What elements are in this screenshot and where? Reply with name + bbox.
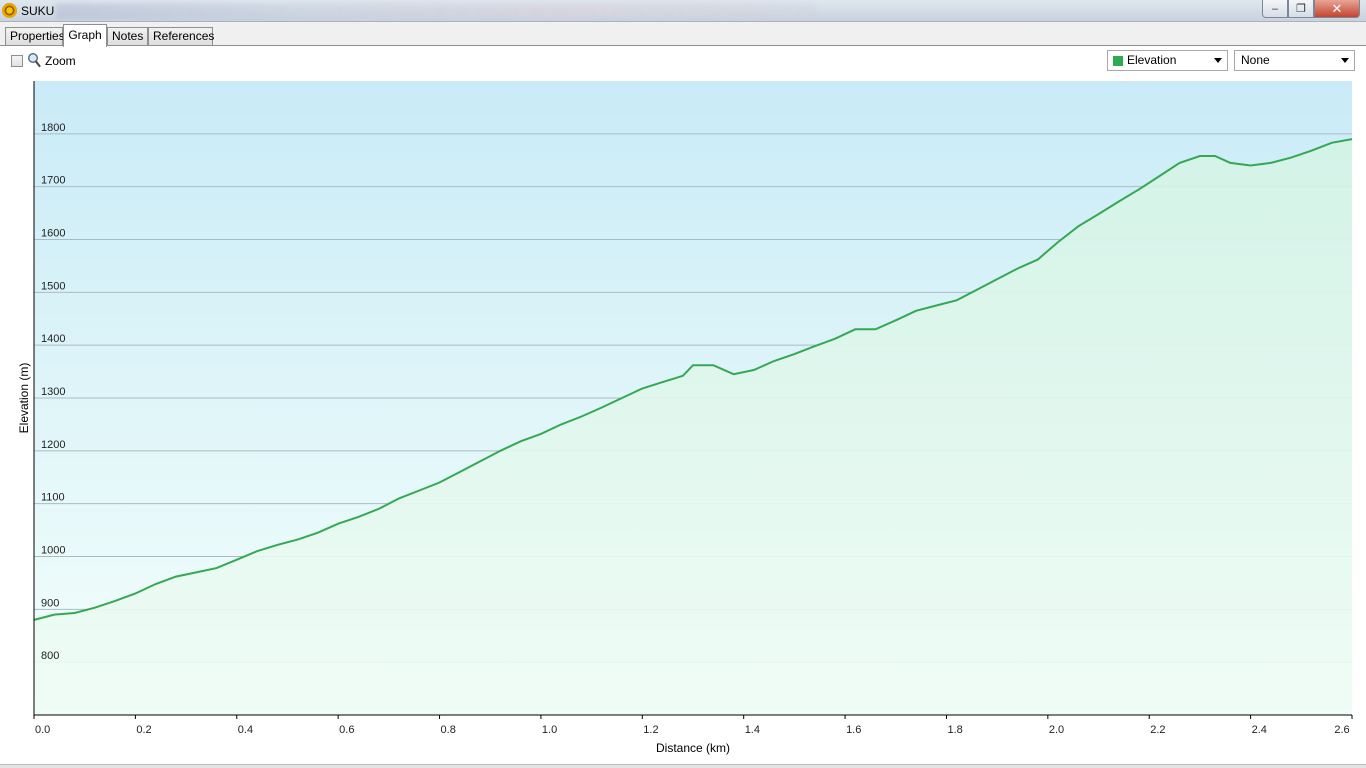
x-tick-label: 1.6 <box>846 724 861 736</box>
y-tick-label: 1600 <box>41 228 65 240</box>
secondary-select-value: None <box>1241 53 1270 67</box>
minimize-button[interactable]: ‒ <box>1262 0 1288 18</box>
y-tick-label: 1500 <box>41 280 65 292</box>
x-tick-labels: 0.0 0.2 0.4 0.6 0.8 1.0 1.2 1.4 1.6 1.8 2.0 2.2 2.4 2… <box>35 724 1350 736</box>
x-tick-label: 1.4 <box>745 724 760 736</box>
series-select[interactable]: Elevation <box>1107 50 1228 71</box>
chevron-down-icon <box>1214 58 1222 63</box>
x-tick-label: 0.4 <box>238 724 253 736</box>
y-tick-label: 800 <box>41 650 59 662</box>
x-axis-title: Distance (km) <box>656 741 730 755</box>
x-tick-marks <box>33 715 1353 719</box>
x-tick-label: 0.2 <box>136 724 151 736</box>
close-button[interactable]: ✕ <box>1314 0 1360 18</box>
elevation-chart[interactable]: 800 900 1000 1100 1200 1300 1400 1500 1600 1700 18… <box>0 78 1366 764</box>
x-tick-label: 1.2 <box>643 724 658 736</box>
y-tick-label: 1400 <box>41 333 65 345</box>
window-title: SUKU <box>21 4 55 18</box>
x-tick-label: 0.6 <box>339 724 354 736</box>
x-tick-label: 1.0 <box>542 724 557 736</box>
maximize-icon: ❐ <box>1296 3 1306 15</box>
tab-notes[interactable]: Notes <box>107 27 148 46</box>
maximize-button[interactable]: ❐ <box>1288 0 1314 18</box>
magnifier-icon <box>27 52 41 68</box>
chevron-down-icon <box>1341 58 1349 63</box>
y-tick-label: 1300 <box>41 386 65 398</box>
title-bar: SUKU ‒ ❐ ✕ <box>0 0 1366 22</box>
graph-toolbar: Zoom Elevation None <box>0 46 1366 78</box>
zoom-label: Zoom <box>45 54 76 68</box>
close-icon: ✕ <box>1331 0 1343 16</box>
minimize-icon: ‒ <box>1271 2 1279 15</box>
x-tick-label: 2.2 <box>1150 724 1165 736</box>
x-tick-label: 1.8 <box>947 724 962 736</box>
x-tick-label: 2.4 <box>1252 724 1267 736</box>
app-logo-icon <box>2 3 17 18</box>
y-tick-label: 1200 <box>41 439 65 451</box>
bottom-status-strip <box>0 764 1366 768</box>
zoom-checkbox[interactable] <box>11 55 23 67</box>
x-tick-label: 0.8 <box>441 724 456 736</box>
series-select-value: Elevation <box>1127 53 1177 67</box>
blurred-taskbar-region <box>56 3 816 19</box>
y-tick-label: 1000 <box>41 545 65 557</box>
y-axis-title: Elevation (m) <box>17 363 31 434</box>
tab-graph[interactable]: Graph <box>63 24 107 47</box>
y-tick-label: 900 <box>41 597 59 609</box>
y-tick-label: 1800 <box>41 122 65 134</box>
y-tick-label: 1100 <box>41 492 65 504</box>
x-tick-label: 2.0 <box>1049 724 1064 736</box>
secondary-series-select[interactable]: None <box>1234 50 1355 71</box>
tab-references[interactable]: References <box>148 27 214 46</box>
x-tick-label: 0.0 <box>35 724 50 736</box>
series-color-swatch <box>1113 56 1123 66</box>
x-tick-label: 2.6 <box>1334 724 1349 736</box>
tab-properties[interactable]: Properties <box>5 27 65 46</box>
y-tick-label: 1700 <box>41 175 65 187</box>
tab-strip: Properties Graph Notes References <box>0 22 1366 47</box>
chart-canvas[interactable]: 800 900 1000 1100 1200 1300 1400 1500 1600 1700 18… <box>0 78 1366 764</box>
